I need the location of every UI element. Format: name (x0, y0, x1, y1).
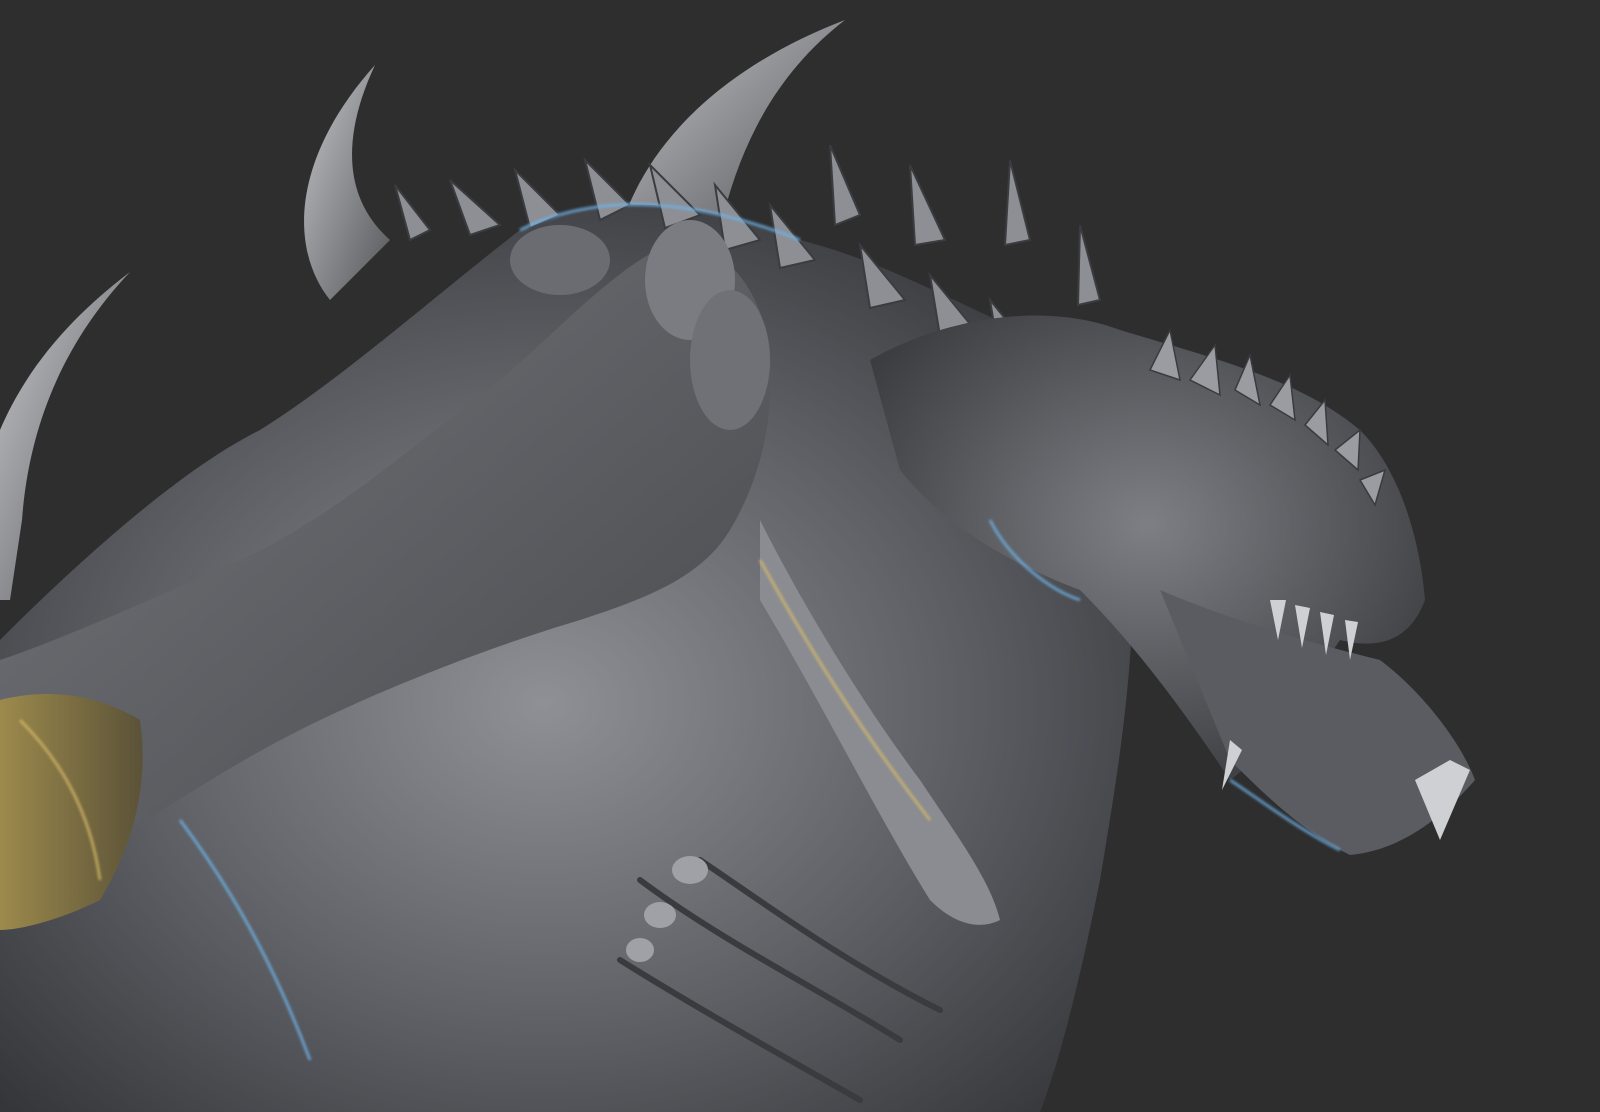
creature-render (0, 0, 1600, 1112)
sculpt-viewport (0, 0, 1600, 1112)
